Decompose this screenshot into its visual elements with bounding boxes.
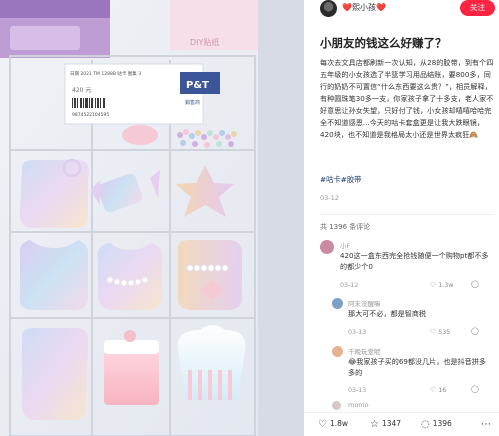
comment-text: 那大可不必，都是智商税: [348, 309, 427, 318]
more-button[interactable]: ⋯: [481, 419, 494, 430]
heart-outline-icon: ♡: [430, 328, 437, 336]
comment-date: 03-13: [348, 387, 367, 394]
comment-count: 1396: [432, 419, 452, 428]
star-outline-icon: ☆: [370, 419, 379, 430]
follow-button[interactable]: 关注: [460, 0, 495, 16]
comment-like-count: 16: [438, 387, 447, 394]
heart-outline-icon: ♡: [430, 386, 437, 394]
post-date: 03-12: [320, 194, 339, 202]
comment-button[interactable]: ◌ 1396: [421, 419, 452, 430]
post-body: 每次去文具店都刷新一次认知，从28的胶带，到有个四五年级的小女孩选了半篮学习用品…: [320, 58, 494, 139]
comments-count: 共 1396 条评论: [320, 223, 371, 231]
product-photo-illustration: DIY贴纸 P&T 日期 2021 TM 1288B 咕卡 图集 3 420 元…: [0, 0, 304, 436]
like-button[interactable]: ♡ 1.8w: [318, 419, 348, 430]
comment-reply-icon[interactable]: ◯: [471, 385, 479, 393]
comment-like-button[interactable]: ♡ 535: [430, 328, 450, 336]
comment-author[interactable]: 千晚玩爱呢: [348, 346, 381, 356]
comment-reply-icon[interactable]: ◯: [471, 280, 479, 288]
heart-outline-icon: ♡: [430, 281, 437, 289]
comment-author[interactable]: momo: [348, 401, 369, 409]
divider: [320, 214, 494, 215]
comment-reply-icon[interactable]: ◯: [471, 327, 479, 335]
comment-date: 03-12: [340, 282, 359, 289]
heart-outline-icon: ♡: [318, 419, 327, 430]
comment-like-button[interactable]: ♡ 1.3w: [430, 281, 453, 289]
post-title: 小朋友的钱这么好赚了？: [320, 36, 447, 50]
comment-like-count: 1.3w: [438, 282, 454, 289]
comment-avatar[interactable]: [332, 401, 341, 410]
comment-date: 03-13: [348, 329, 367, 336]
comment-avatar[interactable]: [332, 346, 343, 357]
comment-author[interactable]: 小F: [340, 240, 350, 250]
like-count: 1.8w: [329, 419, 349, 428]
collect-button[interactable]: ☆ 1347: [370, 419, 401, 430]
comment-avatar[interactable]: [332, 298, 343, 309]
comment-like-count: 535: [438, 329, 451, 336]
author-header: ❤️熙小孩❤️ 关注: [304, 0, 499, 28]
comment-author[interactable]: 阿末没醒嘛: [348, 298, 381, 308]
collect-count: 1347: [381, 419, 402, 428]
comment-avatar[interactable]: [320, 240, 334, 254]
interaction-bar: ♡ 1.8w ☆ 1347 ◌ 1396 ⋯: [304, 412, 499, 436]
post-image[interactable]: DIY贴纸 P&T 日期 2021 TM 1288B 咕卡 图集 3 420 元…: [0, 0, 304, 436]
post-detail-panel: ❤️熙小孩❤️ 关注 小朋友的钱这么好赚了？ 每次去文具店都刷新一次认知，从28…: [304, 0, 499, 436]
comment-like-button[interactable]: ♡ 16: [430, 386, 446, 394]
author-name[interactable]: ❤️熙小孩❤️: [342, 2, 386, 13]
comment-bubble-icon: ◌: [421, 419, 430, 430]
comment-text: 😂我家孩子买的69都没几片，也是抖音拼多多的: [348, 357, 486, 377]
ellipsis-icon: ⋯: [481, 419, 491, 430]
author-avatar[interactable]: [320, 0, 337, 17]
post-tags[interactable]: #咕卡#胶带: [320, 175, 361, 185]
comment-text: 420这一盒东西完全抢钱随便一个购物pt都不多的都少个0: [340, 251, 489, 271]
